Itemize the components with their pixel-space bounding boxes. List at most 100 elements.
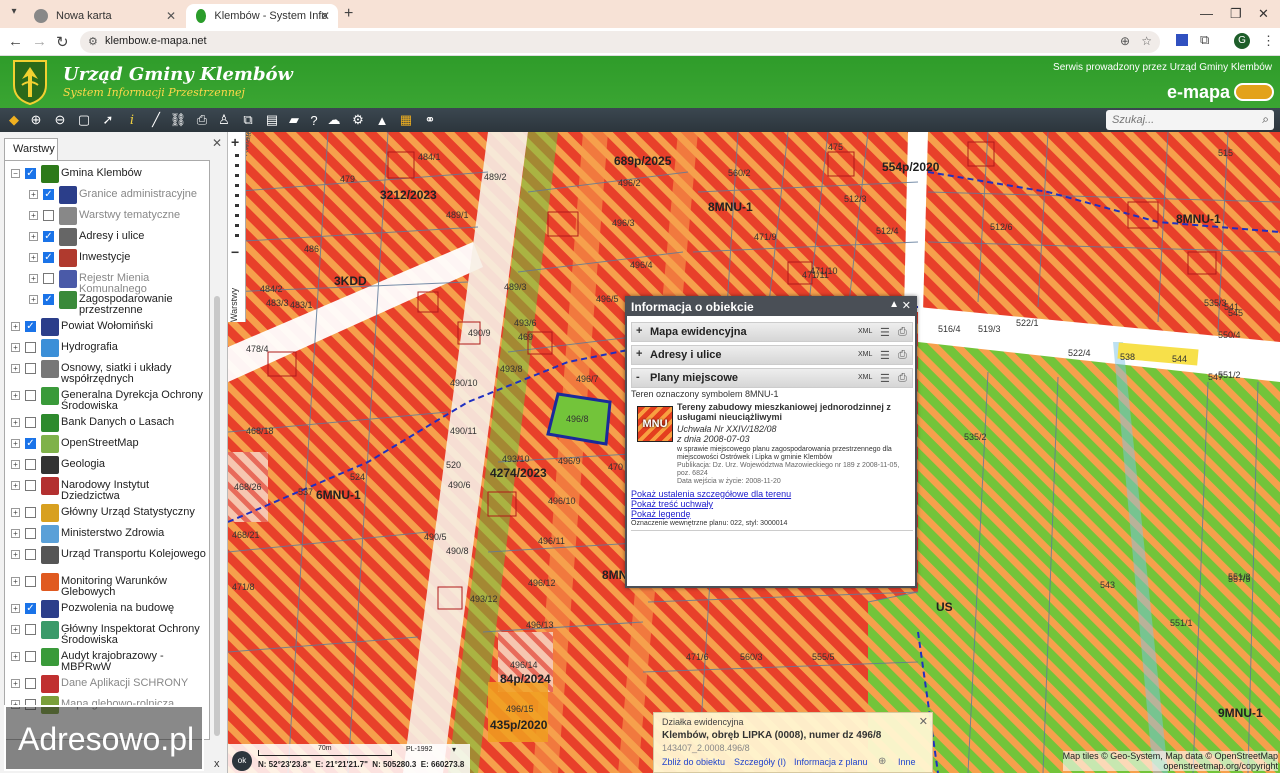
chevron-down-icon[interactable]: ▾ [452, 745, 456, 754]
expand-toggle-icon[interactable]: + [11, 625, 20, 634]
layer-checkbox[interactable] [25, 342, 36, 353]
layer-checkbox[interactable]: ✓ [43, 252, 54, 263]
expand-toggle-icon[interactable]: + [29, 253, 38, 262]
expand-toggle-icon[interactable]: + [11, 322, 20, 331]
list-icon[interactable]: ☰ [880, 372, 890, 385]
restore-button[interactable]: ❐ [1230, 6, 1242, 22]
panel-scrollbar[interactable] [214, 296, 220, 736]
expand-toggle-icon[interactable]: + [11, 508, 20, 517]
expand-toggle-icon[interactable]: + [29, 211, 38, 220]
print-icon[interactable]: ⎙ [898, 349, 907, 362]
measure-line-icon[interactable]: ╱ [146, 110, 166, 130]
back-icon[interactable]: ← [8, 33, 23, 50]
bookmark-star-icon[interactable]: ☆ [1141, 34, 1152, 48]
layer-item[interactable]: + Geologia [5, 456, 209, 476]
layer-checkbox[interactable] [25, 390, 36, 401]
layer-checkbox[interactable] [25, 507, 36, 518]
plan-info-link[interactable]: Informacja z planu [794, 757, 868, 767]
expand-toggle-icon[interactable]: + [11, 481, 20, 490]
layer-checkbox[interactable]: ✓ [25, 603, 36, 614]
layout-icon[interactable]: ▤ [262, 110, 282, 130]
close-tab-icon[interactable]: ✕ [320, 9, 330, 23]
layer-item[interactable]: + Urząd Transportu Kolejowego [5, 546, 209, 572]
expand-toggle-icon[interactable]: + [29, 232, 38, 241]
list-icon[interactable]: ☰ [880, 349, 890, 362]
emapa-brand[interactable]: e-mapa [1167, 82, 1230, 103]
layer-item[interactable]: + Główny Inspektorat Ochrony Środowiska [5, 621, 209, 647]
forward-icon[interactable]: → [32, 33, 47, 50]
north-arrow-icon[interactable]: ▲ [372, 110, 392, 130]
link-icon[interactable]: ⛓ [168, 110, 188, 130]
info-icon[interactable]: i [122, 110, 142, 130]
link-legenda[interactable]: Pokaż legendę [631, 509, 691, 519]
print-icon[interactable]: ⎙ [192, 110, 212, 130]
layer-checkbox[interactable]: ✓ [25, 438, 36, 449]
zoom-extent-icon[interactable]: ▢ [74, 110, 94, 130]
zoom-track[interactable] [235, 154, 239, 244]
expand-toggle-icon[interactable]: + [11, 529, 20, 538]
share-icon[interactable]: ⚭ [420, 110, 440, 130]
zoom-icon[interactable]: ⊕ [1120, 34, 1130, 48]
layer-item[interactable]: − ✓ Gmina Klembów [5, 165, 209, 185]
compare-icon[interactable]: ⧉ [238, 110, 258, 130]
crs-select[interactable]: PL-1992 [406, 746, 432, 753]
layer-checkbox[interactable] [25, 480, 36, 491]
print-icon[interactable]: ⎙ [898, 372, 907, 385]
expand-toggle-icon[interactable]: + [11, 418, 20, 427]
layer-checkbox[interactable] [25, 624, 36, 635]
expand-toggle-icon[interactable]: − [11, 169, 20, 178]
settings-icon[interactable]: ⚙ [348, 110, 368, 130]
section-plany-miejscowe[interactable]: - Plany miejscowe XML ☰ ⎙ [631, 368, 913, 388]
layer-checkbox[interactable] [25, 678, 36, 689]
ok-button[interactable]: ok [232, 751, 252, 771]
minimize-icon[interactable]: ▲ [889, 299, 899, 310]
tab-klembow[interactable]: Klembów - System Informacji P ✕ [186, 4, 338, 28]
xml-button[interactable]: XML [858, 328, 872, 335]
layer-item[interactable]: + Monitoring Warunków Glebowych [5, 573, 209, 599]
expand-toggle-icon[interactable]: + [11, 439, 20, 448]
layers-vertical-tab[interactable]: Warstwy [229, 272, 245, 322]
layer-item[interactable]: + ✓ Inwestycje [5, 249, 209, 269]
expand-toggle-icon[interactable]: + [11, 364, 20, 373]
expand-toggle-icon[interactable]: + [29, 274, 38, 283]
reload-icon[interactable]: ↻ [56, 33, 69, 51]
tab-new[interactable]: Nowa karta ✕ [24, 4, 184, 28]
layer-checkbox[interactable]: ✓ [25, 168, 36, 179]
puzzle-icon[interactable]: ⧉ [1200, 32, 1209, 48]
xml-button[interactable]: XML [858, 351, 872, 358]
layer-item[interactable]: + ✓ OpenStreetMap [5, 435, 209, 455]
pointer-icon[interactable]: ➚ [98, 110, 118, 130]
zoom-out-button[interactable]: − [231, 244, 239, 260]
expand-toggle-icon[interactable]: + [11, 550, 20, 559]
expand-toggle-icon[interactable]: + [29, 190, 38, 199]
zoom-in-icon[interactable]: ⊕ [26, 110, 46, 130]
close-tab-icon[interactable]: ✕ [166, 9, 176, 23]
url-field[interactable]: ⚙ klembow.e-mapa.net ⊕ ☆ [80, 31, 1160, 53]
tab-search-icon[interactable]: ▾ [6, 6, 22, 22]
layer-item[interactable]: + Główny Urząd Statystyczny [5, 504, 209, 524]
layer-item[interactable]: + Osnowy, siatki i układy współrzędnych [5, 360, 209, 386]
layer-checkbox[interactable] [43, 210, 54, 221]
minimize-button[interactable]: — [1200, 6, 1213, 21]
layer-checkbox[interactable]: ✓ [43, 189, 54, 200]
layer-item[interactable]: + ✓ Adresy i ulice [5, 228, 209, 248]
layer-checkbox[interactable] [43, 273, 54, 284]
layer-checkbox[interactable]: ✓ [43, 294, 54, 305]
layer-item[interactable]: + ✓ Pozwolenia na budowę [5, 600, 209, 620]
layer-item[interactable]: + Warstwy tematyczne [5, 207, 209, 227]
browser-menu-icon[interactable]: ⋮ [1262, 33, 1275, 49]
expand-toggle-icon[interactable]: + [11, 460, 20, 469]
search-icon[interactable]: ⌕ [1262, 112, 1269, 127]
layer-item[interactable]: + Rejestr Mienia Komunalnego [5, 270, 209, 295]
expand-toggle-icon[interactable]: + [11, 343, 20, 352]
tab-layers[interactable]: Warstwy [4, 138, 58, 160]
layer-item[interactable]: + Ministerstwo Zdrowia [5, 525, 209, 545]
expand-toggle-icon[interactable]: + [11, 679, 20, 688]
expand-toggle-icon[interactable]: + [11, 577, 20, 586]
layer-checkbox[interactable] [25, 417, 36, 428]
close-icon[interactable]: ✕ [902, 299, 911, 312]
layer-item[interactable]: + Narodowy Instytut Dziedzictwa [5, 477, 209, 503]
collapse-panel-icon[interactable]: x [214, 758, 220, 770]
extension-icon[interactable] [1176, 34, 1188, 46]
close-panel-icon[interactable]: ✕ [212, 136, 222, 150]
